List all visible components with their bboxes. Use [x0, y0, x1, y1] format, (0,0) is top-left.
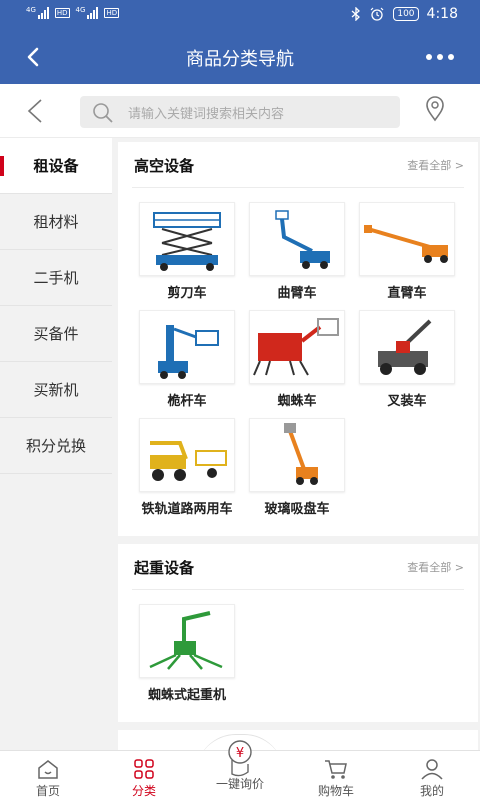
product-card[interactable]: 叉装车 [352, 310, 462, 418]
product-label: 铁轨道路两用车 [141, 502, 233, 517]
rail-road-vehicle-image [139, 418, 235, 492]
network-type-1: 4G [26, 6, 36, 14]
product-card[interactable]: 桅杆车 [132, 310, 242, 418]
product-card[interactable]: 蜘蛛车 [242, 310, 352, 418]
nav-bar: 商品分类导航 [0, 30, 480, 84]
spider-crane-image [139, 604, 235, 678]
search-input[interactable]: 请输入关键词搜索相关内容 [80, 96, 400, 128]
product-card[interactable]: 剪刀车 [132, 202, 242, 310]
sidebar-item-rent-equipment[interactable]: 租设备 [0, 138, 112, 194]
search-placeholder: 请输入关键词搜索相关内容 [128, 107, 285, 122]
sidebar-item-label: 二手机 [33, 269, 79, 287]
back-chevron-icon[interactable] [24, 98, 46, 124]
tab-profile[interactable]: 我的 [384, 751, 480, 800]
tab-category[interactable]: 分类 [96, 751, 192, 800]
tab-label: 购物车 [317, 784, 354, 798]
telehandler-image [359, 310, 455, 384]
sidebar-item-buy-new[interactable]: 买新机 [0, 362, 112, 418]
tab-home[interactable]: 首页 [0, 751, 96, 800]
scissor-lift-image [139, 202, 235, 276]
tab-cart[interactable]: 购物车 [288, 751, 384, 800]
section-next-partial [118, 730, 478, 750]
page-title: 商品分类导航 [186, 49, 294, 70]
articulating-boom-image [249, 202, 345, 276]
clock: 4:18 [426, 6, 458, 22]
sidebar-item-used-machines[interactable]: 二手机 [0, 250, 112, 306]
product-label: 玻璃吸盘车 [264, 502, 330, 517]
section-title: 起重设备 [134, 559, 195, 577]
bluetooth-icon [351, 7, 361, 21]
signal-2-icon: 4G [76, 7, 99, 19]
alarm-icon [370, 7, 384, 21]
sidebar-item-label: 买备件 [33, 325, 79, 343]
product-card[interactable]: 玻璃吸盘车 [242, 418, 352, 526]
hd-badge-2: HD [104, 8, 120, 18]
user-icon [421, 759, 443, 780]
svg-text:¥: ¥ [236, 746, 244, 761]
spider-lift-image [249, 310, 345, 384]
section-header: 起重设备 查看全部 > [132, 544, 464, 590]
search-bar: 请输入关键词搜索相关内容 [0, 84, 480, 138]
product-card[interactable]: 蜘蛛式起重机 [132, 604, 242, 712]
product-card[interactable]: 曲臂车 [242, 202, 352, 310]
more-options-icon[interactable] [426, 54, 454, 60]
category-icon [134, 759, 154, 779]
hd-badge-1: HD [54, 8, 70, 18]
location-pin-icon[interactable] [424, 96, 446, 122]
view-all-link[interactable]: 查看全部 > [407, 157, 464, 173]
sidebar-item-label: 租设备 [33, 157, 79, 175]
product-label: 剪刀车 [167, 286, 207, 301]
product-label: 曲臂车 [277, 286, 317, 301]
section-aerial-equipment: 高空设备 查看全部 > 剪刀车 曲臂车 直臂车 桅杆车 蜘蛛车 叉装车 铁轨道路… [118, 142, 478, 536]
sidebar-item-points-exchange[interactable]: 积分兑换 [0, 418, 112, 474]
section-header: 高空设备 查看全部 > [132, 142, 464, 188]
sidebar-item-buy-parts[interactable]: 买备件 [0, 306, 112, 362]
category-content: 高空设备 查看全部 > 剪刀车 曲臂车 直臂车 桅杆车 蜘蛛车 叉装车 铁轨道路… [118, 142, 478, 750]
product-label: 蜘蛛车 [277, 394, 317, 409]
product-label: 直臂车 [387, 286, 427, 301]
network-type-2: 4G [75, 6, 86, 14]
section-title: 高空设备 [134, 157, 195, 175]
product-label: 桅杆车 [167, 394, 207, 409]
mast-lift-image [139, 310, 235, 384]
tab-label: 首页 [35, 784, 60, 798]
battery-icon: 100 [393, 7, 419, 21]
view-all-link[interactable]: 查看全部 > [407, 559, 464, 575]
cart-icon [325, 760, 347, 779]
sidebar-item-rent-materials[interactable]: 租材料 [0, 194, 112, 250]
product-card[interactable]: 直臂车 [352, 202, 462, 310]
signal-indicators: 4G HD 4G HD [26, 7, 120, 19]
inquiry-icon[interactable]: ¥ [218, 738, 262, 778]
tab-label: 我的 [419, 784, 444, 798]
signal-1-icon: 4G [26, 7, 49, 19]
home-icon [38, 760, 58, 779]
product-label: 叉装车 [387, 394, 427, 409]
product-label: 蜘蛛式起重机 [147, 688, 226, 703]
sidebar-item-label: 租材料 [33, 213, 79, 231]
search-icon [93, 103, 113, 123]
sidebar-item-label: 买新机 [33, 381, 79, 399]
category-sidebar: 租设备 租材料 二手机 买备件 买新机 积分兑换 [0, 138, 112, 750]
product-card[interactable]: 铁轨道路两用车 [132, 418, 242, 526]
glass-suction-lift-image [249, 418, 345, 492]
section-lifting-equipment: 起重设备 查看全部 > 蜘蛛式起重机 [118, 544, 478, 722]
status-bar: 4G HD 4G HD 100 4:18 [0, 0, 480, 30]
tab-label: 一键询价 [215, 777, 264, 791]
telescopic-boom-image [359, 202, 455, 276]
sidebar-item-label: 积分兑换 [25, 437, 86, 455]
tab-label: 分类 [131, 784, 156, 798]
